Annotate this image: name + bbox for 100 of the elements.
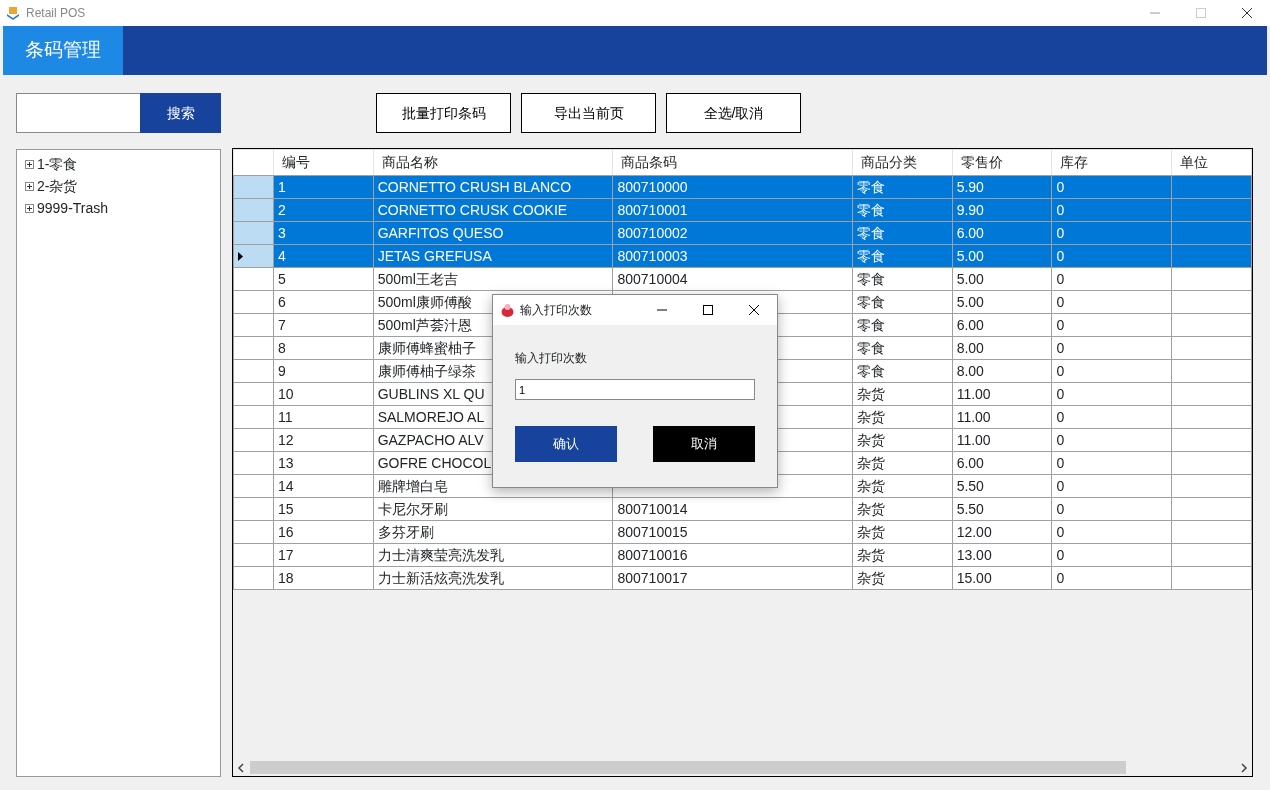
table-cell: 9 [273, 359, 374, 383]
expand-icon[interactable] [25, 159, 34, 169]
table-cell: 0 [1051, 566, 1172, 590]
table-cell: 11.00 [952, 405, 1052, 429]
table-cell: CORNETTO CRUSH BLANCO [373, 175, 613, 199]
table-cell: 800710015 [612, 520, 853, 544]
table-cell: 17 [273, 543, 374, 567]
table-cell: 8.00 [952, 359, 1052, 383]
toolbar-button[interactable]: 批量打印条码 [376, 93, 511, 133]
table-cell: 力士新活炫亮洗发乳 [373, 566, 613, 590]
table-cell: 0 [1051, 382, 1172, 406]
column-header[interactable]: 库存 [1051, 149, 1172, 176]
table-cell: 14 [273, 474, 374, 498]
expand-icon[interactable] [25, 203, 34, 213]
toolbar-button[interactable]: 导出当前页 [521, 93, 656, 133]
column-header[interactable]: 零售价 [952, 149, 1052, 176]
table-cell: 杂货 [852, 520, 953, 544]
table-cell: GARFITOS QUESO [373, 221, 613, 245]
table-cell: 0 [1051, 405, 1172, 429]
table-cell: 0 [1051, 313, 1172, 337]
column-header[interactable]: 单位 [1171, 149, 1252, 176]
tree-node[interactable]: 1-零食 [25, 153, 212, 175]
table-cell: 0 [1051, 336, 1172, 360]
table-cell: 0 [1051, 290, 1172, 314]
table-cell: 0 [1051, 497, 1172, 521]
table-cell: 多芬牙刷 [373, 520, 613, 544]
table-cell: 0 [1051, 451, 1172, 475]
table-cell: 6.00 [952, 313, 1052, 337]
table-cell: 零食 [852, 290, 953, 314]
column-header[interactable]: 商品名称 [373, 149, 613, 176]
table-cell: 16 [273, 520, 374, 544]
table-cell: 0 [1051, 175, 1172, 199]
close-icon[interactable] [749, 305, 759, 315]
maximize-icon[interactable] [703, 305, 713, 315]
table-cell: 杂货 [852, 428, 953, 452]
column-header[interactable]: 编号 [273, 149, 374, 176]
table-cell: 5 [273, 267, 374, 291]
table-cell: 800710002 [612, 221, 853, 245]
table-cell: 杂货 [852, 451, 953, 475]
table-cell: 12 [273, 428, 374, 452]
table-cell: 13.00 [952, 543, 1052, 567]
app-icon [6, 6, 20, 20]
table-cell: 800710000 [612, 175, 853, 199]
column-header[interactable]: 商品条码 [612, 149, 853, 176]
table-cell: 0 [1051, 244, 1172, 268]
expand-icon[interactable] [25, 181, 34, 191]
table-cell: 零食 [852, 267, 953, 291]
table-cell: 杂货 [852, 474, 953, 498]
scroll-left-icon[interactable] [237, 762, 245, 773]
confirm-button[interactable]: 确认 [515, 426, 617, 462]
table-cell: 0 [1051, 474, 1172, 498]
row-header[interactable] [233, 244, 274, 268]
table-cell: 800710003 [612, 244, 853, 268]
table-cell: 0 [1051, 198, 1172, 222]
tree-node[interactable]: 9999-Trash [25, 197, 212, 219]
table-cell: 杂货 [852, 405, 953, 429]
table-cell: 7 [273, 313, 374, 337]
table-cell: 零食 [852, 313, 953, 337]
table-cell: 5.50 [952, 497, 1052, 521]
table-cell: 零食 [852, 336, 953, 360]
table-cell: 11.00 [952, 382, 1052, 406]
table-cell: 10 [273, 382, 374, 406]
table-cell: 800710014 [612, 497, 853, 521]
table-cell: 15.00 [952, 566, 1052, 590]
column-header[interactable]: 商品分类 [852, 149, 953, 176]
cancel-button[interactable]: 取消 [653, 426, 755, 462]
table-cell: 18 [273, 566, 374, 590]
table-cell: 0 [1051, 543, 1172, 567]
table-cell: 0 [1051, 221, 1172, 245]
toolbar-button[interactable]: 全选/取消 [666, 93, 801, 133]
table-cell: 800710004 [612, 267, 853, 291]
close-icon[interactable] [1242, 8, 1252, 18]
app-icon [501, 303, 514, 317]
search-button[interactable]: 搜索 [140, 93, 221, 133]
table-cell: 500ml王老吉 [373, 267, 613, 291]
table-cell: 杂货 [852, 566, 953, 590]
table-cell: 杂货 [852, 543, 953, 567]
table-cell: 12.00 [952, 520, 1052, 544]
table-cell: 0 [1051, 267, 1172, 291]
table-cell: 0 [1051, 359, 1172, 383]
table-cell: 800710001 [612, 198, 853, 222]
scroll-right-icon[interactable] [1240, 762, 1248, 773]
table-cell: 零食 [852, 359, 953, 383]
table-cell: JETAS GREFUSA [373, 244, 613, 268]
table-cell: 6 [273, 290, 374, 314]
table-cell: 5.50 [952, 474, 1052, 498]
search-field[interactable] [16, 93, 140, 133]
table-cell: 6.00 [952, 451, 1052, 475]
count-field[interactable]: 1 [515, 379, 755, 400]
table-cell: 15 [273, 497, 374, 521]
table-cell: 0 [1051, 520, 1172, 544]
table-cell: 杂货 [852, 382, 953, 406]
tree-node[interactable]: 2-杂货 [25, 175, 212, 197]
header-tab[interactable]: 条码管理 [3, 26, 123, 75]
table-cell: 0 [1051, 428, 1172, 452]
table-cell: 力士清爽莹亮洗发乳 [373, 543, 613, 567]
table-cell: 11.00 [952, 428, 1052, 452]
window-title: Retail POS [26, 5, 86, 22]
table-cell: 13 [273, 451, 374, 475]
table-cell: 8.00 [952, 336, 1052, 360]
